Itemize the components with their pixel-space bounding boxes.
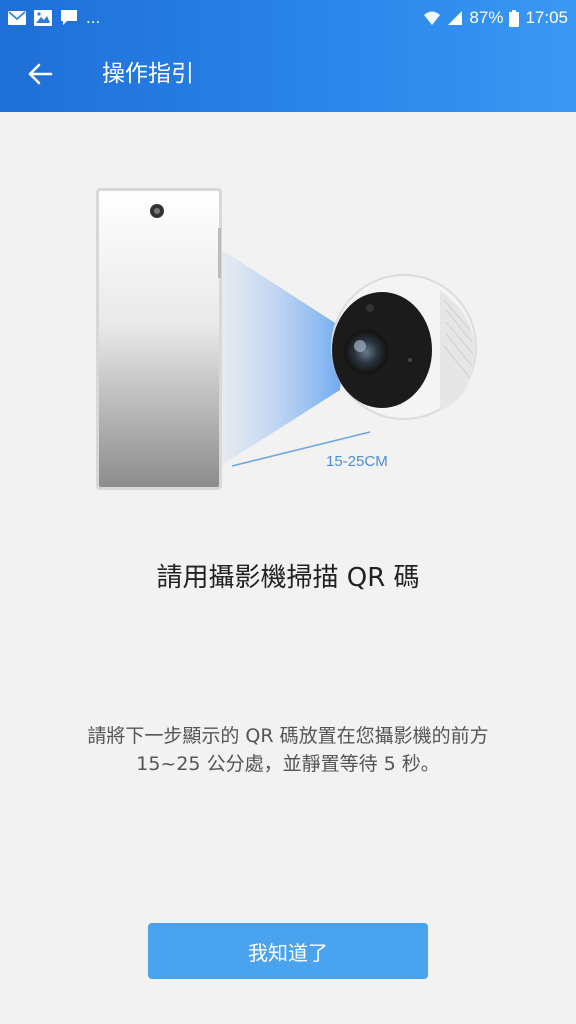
got-it-button[interactable]: 我知道了 — [148, 923, 428, 979]
camera-beam — [222, 250, 346, 465]
status-bar: ... 87% 17:05 — [0, 0, 576, 38]
phone-icon — [96, 188, 222, 490]
chat-icon — [61, 10, 77, 25]
description-line-1: 請將下一步顯示的 QR 碼放置在您攝影機的前方 — [87, 725, 489, 747]
scan-instruction-title: 請用攝影機掃描 QR 碼 — [156, 563, 420, 593]
back-button[interactable] — [22, 56, 58, 92]
clock: 17:05 — [525, 8, 568, 27]
wifi-icon — [424, 11, 441, 25]
distance-label: 15-25CM — [326, 453, 388, 470]
notification-icons: ... — [8, 8, 100, 28]
more-notifications-icon: ... — [86, 8, 101, 27]
app-header: ... 87% 17:05 操作指引 — [0, 0, 576, 112]
system-status: 87% 17:05 — [423, 8, 568, 28]
arrow-left-icon — [28, 63, 53, 85]
signal-icon — [448, 11, 463, 25]
battery-icon — [509, 9, 520, 27]
description-line-2: 15~25 公分處，並靜置等待 5 秒。 — [136, 753, 440, 775]
image-icon — [34, 10, 52, 26]
page-title: 操作指引 — [102, 61, 194, 87]
scan-instruction-description: 請將下一步顯示的 QR 碼放置在您攝影機的前方 15~25 公分處，並靜置等待 … — [40, 722, 536, 778]
mail-icon — [8, 11, 26, 25]
scan-illustration: 15-25CM — [0, 112, 576, 532]
camera-icon — [331, 274, 477, 420]
battery-percent: 87% — [469, 8, 504, 27]
phone-camera-illustration: 15-25CM — [96, 188, 477, 490]
